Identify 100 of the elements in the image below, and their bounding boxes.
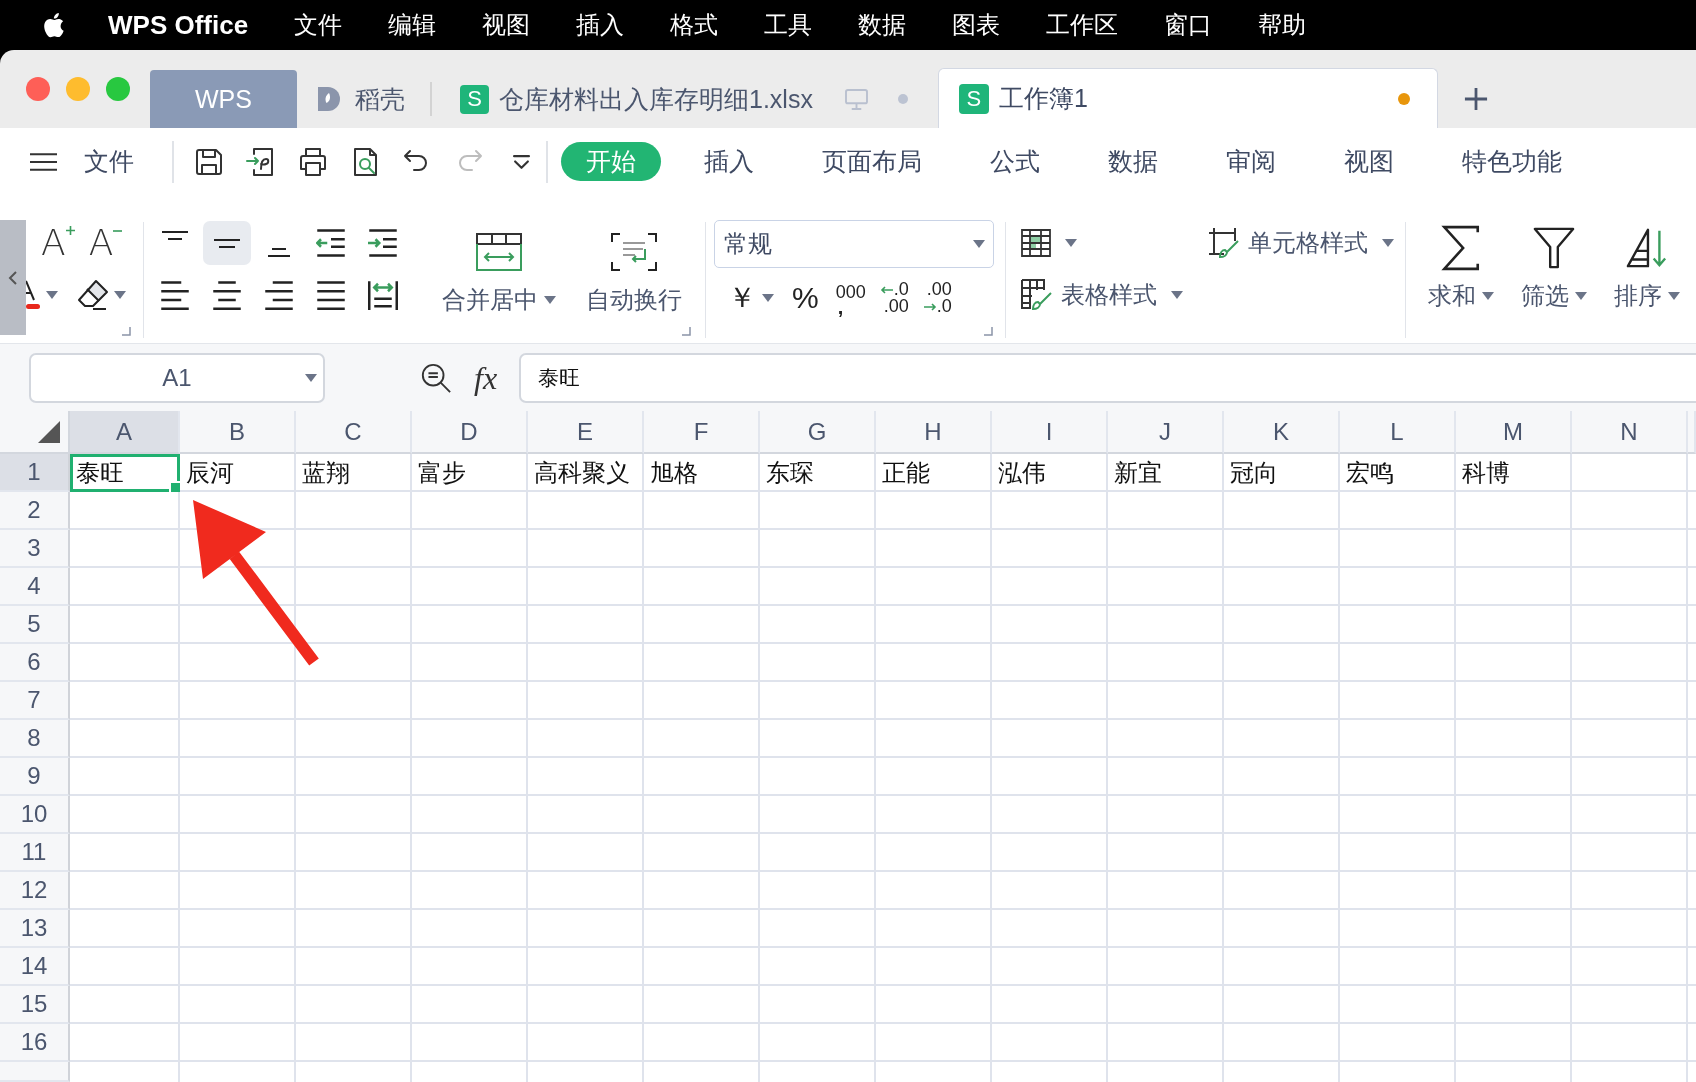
increase-decimal-button[interactable]: .0 .00 <box>879 281 909 315</box>
table-cell[interactable]: 高科聚义 <box>528 454 644 492</box>
wrap-text-icon <box>611 233 657 271</box>
ribbon-tab[interactable]: 插入 <box>704 142 754 181</box>
menu-item[interactable]: 图表 <box>952 9 1001 41</box>
row-header[interactable]: 14 <box>0 948 70 986</box>
ribbon-tab[interactable]: 审阅 <box>1226 142 1276 181</box>
print-icon[interactable] <box>297 145 329 178</box>
clear-format-button[interactable] <box>76 278 126 312</box>
table-cell[interactable]: 辰河 <box>180 454 296 492</box>
table-cell[interactable]: 富步 <box>412 454 528 492</box>
table-cell[interactable]: 泰旺 <box>70 454 180 492</box>
column-header[interactable]: H <box>876 411 992 454</box>
decrease-decimal-button[interactable]: .00 .0 <box>922 281 952 315</box>
row-header[interactable]: 11 <box>0 834 70 872</box>
align-middle-button[interactable] <box>203 221 251 265</box>
zoom-icon[interactable] <box>420 361 452 394</box>
menu-item[interactable]: 帮助 <box>1258 9 1307 41</box>
merge-center-button[interactable]: 合并居中 <box>436 195 562 327</box>
menu-item[interactable]: 工作区 <box>1046 9 1119 41</box>
menu-item[interactable]: 窗口 <box>1164 9 1213 41</box>
app-name-menu[interactable]: WPS Office <box>108 9 249 41</box>
number-format-select[interactable]: 常规 <box>714 220 994 268</box>
row-header[interactable]: 13 <box>0 910 70 948</box>
table-cell[interactable]: 新宜 <box>1108 454 1224 492</box>
cell-name-box[interactable]: A1 <box>29 352 325 403</box>
ribbon-tab[interactable]: 公式 <box>990 142 1040 181</box>
column-header[interactable]: D <box>412 411 528 454</box>
menu-item[interactable]: 格式 <box>670 9 719 41</box>
document-tab[interactable]: S 仓库材料出入库存明细1.xlsx <box>460 70 908 128</box>
close-window-icon[interactable] <box>26 77 50 101</box>
caret-icon <box>1668 292 1680 300</box>
filter-button[interactable]: 筛选 <box>1521 195 1587 311</box>
percent-format-button[interactable]: % <box>792 282 819 314</box>
row-header[interactable]: 12 <box>0 872 70 910</box>
table-cell[interactable]: 泓伟 <box>992 454 1108 492</box>
currency-format-button[interactable]: ￥ <box>728 282 774 314</box>
row-header[interactable]: 6 <box>0 644 70 682</box>
grid-button[interactable] <box>1021 229 1077 257</box>
new-tab-plus-icon[interactable] <box>1463 87 1488 111</box>
table-cell[interactable]: 冠向 <box>1224 454 1340 492</box>
sum-button[interactable]: 求和 <box>1428 195 1494 311</box>
sort-button[interactable]: 排序 <box>1614 195 1680 311</box>
ribbon-tab[interactable]: 特色功能 <box>1462 142 1562 181</box>
row-header[interactable]: 9 <box>0 758 70 796</box>
column-header[interactable]: K <box>1224 411 1340 454</box>
menu-item[interactable]: 编辑 <box>388 9 437 41</box>
ribbon-tab[interactable]: 视图 <box>1344 142 1394 181</box>
row-header[interactable]: 10 <box>0 796 70 834</box>
table-cell[interactable]: 科博 <box>1456 454 1572 492</box>
ribbon-tab[interactable]: 数据 <box>1108 142 1158 181</box>
column-header[interactable]: B <box>180 411 296 454</box>
menu-item[interactable]: 视图 <box>482 9 531 41</box>
chevron-down-icon[interactable] <box>513 153 530 170</box>
row-header[interactable]: 16 <box>0 1024 70 1062</box>
column-header[interactable]: J <box>1108 411 1224 454</box>
cell-style-button[interactable]: 单元格样式 <box>1208 227 1394 259</box>
column-header[interactable]: M <box>1456 411 1572 454</box>
menu-item[interactable]: 工具 <box>764 9 813 41</box>
ribbon-tab[interactable]: 页面布局 <box>822 142 922 181</box>
font-color-button[interactable] <box>26 280 58 310</box>
fill-handle[interactable] <box>169 481 180 492</box>
select-all-corner[interactable] <box>0 411 70 454</box>
column-header[interactable]: E <box>528 411 644 454</box>
table-style-button[interactable]: 表格样式 <box>1021 279 1183 311</box>
row-header[interactable]: 7 <box>0 682 70 720</box>
column-header[interactable]: C <box>296 411 412 454</box>
menu-item[interactable]: 插入 <box>576 9 625 41</box>
row-header[interactable]: 8 <box>0 720 70 758</box>
increase-font-size-button[interactable]: A <box>41 223 75 263</box>
leaf-logo-icon <box>317 86 341 112</box>
wrap-text-button[interactable]: 自动换行 <box>580 195 688 327</box>
menu-icon[interactable] <box>30 151 57 172</box>
document-tab[interactable]: S 工作簿1 <box>937 68 1438 128</box>
docer-tab[interactable]: 稻壳 <box>317 70 405 128</box>
table-cell[interactable]: 蓝翔 <box>296 454 412 492</box>
table-cell[interactable]: 东琛 <box>760 454 876 492</box>
column-header[interactable]: A <box>70 411 180 454</box>
row-header[interactable]: 4 <box>0 568 70 606</box>
column-header[interactable]: I <box>992 411 1108 454</box>
column-header[interactable]: L <box>1340 411 1456 454</box>
column-header[interactable]: G <box>760 411 876 454</box>
table-cell[interactable]: 正能 <box>876 454 992 492</box>
merge-cells-icon <box>476 233 522 271</box>
table-cell[interactable]: 旭格 <box>644 454 760 492</box>
apple-logo-icon[interactable] <box>41 11 65 39</box>
function-button[interactable]: fx <box>474 360 498 395</box>
formula-field[interactable]: 泰旺 <box>519 352 1696 403</box>
menu-item[interactable]: 数据 <box>858 9 907 41</box>
row-header[interactable]: 2 <box>0 492 70 530</box>
file-menu[interactable]: 文件 <box>84 145 134 178</box>
column-header[interactable]: F <box>644 411 760 454</box>
row-header[interactable]: 15 <box>0 986 70 1024</box>
decrease-font-size-button[interactable]: A <box>88 223 123 263</box>
table-cell[interactable]: 宏鸣 <box>1340 454 1456 492</box>
menu-item[interactable]: 文件 <box>294 9 343 41</box>
row-header[interactable]: 5 <box>0 606 70 644</box>
column-header[interactable]: N <box>1572 411 1688 454</box>
row-header[interactable]: 3 <box>0 530 70 568</box>
row-header[interactable]: 1 <box>0 454 70 492</box>
